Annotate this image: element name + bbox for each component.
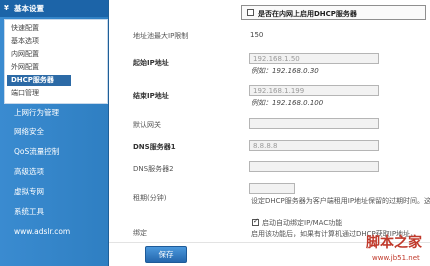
site-watermark: 脚本之家 www.jb51.net — [366, 232, 430, 266]
start-ip-label: 起始IP地址 — [133, 59, 169, 67]
watermark-logo: 脚本之家 — [366, 235, 422, 251]
watermark-url: www.jb51.net — [372, 254, 420, 262]
auto-bind-label: 启动自动绑定IP/MAC功能 — [262, 219, 343, 227]
gateway-input[interactable] — [249, 118, 379, 129]
save-button[interactable]: 保存 — [145, 246, 187, 263]
sub-menu: 快速配置 基本选项 内网配置 外网配置 DHCP服务器 端口管理 — [4, 19, 108, 104]
section-header-label: 基本设置 — [14, 4, 44, 13]
lease-label: 租期(分钟) — [133, 194, 167, 202]
sidebar-subitem-lan-config[interactable]: 内网配置 — [11, 49, 39, 60]
sidebar-item-behavior-management[interactable]: 上网行为管理 — [14, 106, 59, 120]
sidebar-link-website[interactable]: www.adslr.com — [14, 225, 70, 239]
dns1-input[interactable]: 8.8.8.8 — [249, 140, 379, 151]
dns2-label: DNS服务器2 — [133, 165, 174, 173]
sidebar-subitem-basic-options[interactable]: 基本选项 — [11, 36, 39, 47]
bind-label: 绑定 — [133, 229, 147, 237]
section-header-basic-settings[interactable]: ¥ 基本设置 — [0, 0, 108, 17]
end-ip-example: 例如：192.168.0.100 — [251, 99, 324, 107]
sidebar-item-qos[interactable]: QoS流量控制 — [14, 145, 59, 159]
sidebar-item-network-security[interactable]: 网络安全 — [14, 125, 44, 139]
sidebar-subitem-quick-config[interactable]: 快速配置 — [11, 23, 39, 34]
end-ip-input[interactable]: 192.168.1.199 — [249, 85, 379, 96]
end-ip-label: 结束IP地址 — [133, 92, 169, 100]
dhcp-settings-panel: 是否在内网上启用DHCP服务器 地址池最大IP限制 150 起始IP地址 192… — [109, 0, 430, 266]
sidebar-subitem-dhcp-server[interactable]: DHCP服务器 — [7, 75, 71, 86]
sidebar-item-system-tools[interactable]: 系统工具 — [14, 205, 44, 219]
start-ip-example: 例如：192.168.0.30 — [251, 67, 319, 75]
sidebar: ¥ 基本设置 快速配置 基本选项 内网配置 外网配置 DHCP服务器 端口管理 … — [0, 0, 109, 266]
dhcp-enable-checkbox[interactable] — [247, 9, 254, 16]
pool-max-value: 150 — [250, 31, 264, 39]
start-ip-input[interactable]: 192.168.1.50 — [249, 53, 379, 64]
sidebar-item-advanced[interactable]: 高级选项 — [14, 165, 44, 179]
gateway-label: 默认网关 — [133, 121, 161, 129]
sidebar-subitem-wan-config[interactable]: 外网配置 — [11, 62, 39, 73]
dns2-input[interactable] — [249, 161, 379, 172]
lease-input[interactable] — [249, 183, 295, 194]
lease-description: 设定DHCP服务器为客户端租用IP地址保留的过期时间。这 — [251, 197, 430, 205]
sidebar-subitem-port-management[interactable]: 端口管理 — [11, 88, 39, 99]
dhcp-enable-box: 是否在内网上启用DHCP服务器 — [241, 5, 426, 20]
sidebar-item-vpn[interactable]: 虚拟专网 — [14, 185, 44, 199]
dhcp-enable-label: 是否在内网上启用DHCP服务器 — [258, 10, 357, 18]
chevron-down-icon: ¥ — [4, 4, 9, 12]
auto-bind-checkbox[interactable] — [252, 217, 259, 226]
pool-max-label: 地址池最大IP限制 — [133, 32, 189, 40]
dns1-label: DNS服务器1 — [133, 143, 176, 151]
